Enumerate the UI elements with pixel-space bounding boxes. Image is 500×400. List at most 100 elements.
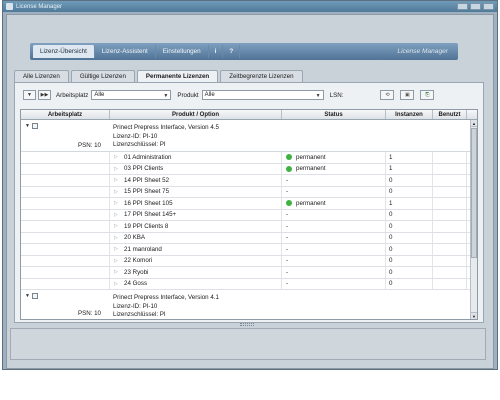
main-nav: Lizenz-Übersicht Lizenz-Assistent Einste… [30, 43, 458, 60]
chevron-right-icon[interactable]: ▷ [112, 200, 124, 206]
scroll-up-icon[interactable]: ▲ [471, 120, 477, 127]
option-name: 20 KBA [124, 234, 145, 242]
instances-value: 0 [389, 257, 393, 265]
psn-label: PSN: 10 [77, 310, 101, 317]
chevron-right-icon[interactable]: ▷ [112, 154, 124, 160]
status-cell: - [282, 209, 386, 220]
workplace-cell [21, 221, 110, 232]
collapse-all-button[interactable]: ▼ [23, 90, 36, 100]
chevron-right-icon[interactable]: ▷ [112, 177, 124, 183]
license-panel: ▼ ▶▶ Arbeitsplatz Alle ▼ Produkt Alle ▼ … [14, 82, 484, 323]
used-cell [433, 198, 467, 209]
license-table: Arbeitsplatz Produkt / Option Status Ins… [20, 109, 478, 320]
instances-cell: 0 [386, 278, 433, 289]
tab-permanent-licenses[interactable]: Permanente Lizenzen [136, 70, 219, 82]
refresh-icon[interactable]: ⟲ [380, 90, 395, 100]
instances-cell: 0 [386, 209, 433, 220]
maximize-button[interactable] [470, 3, 481, 10]
expand-all-button[interactable]: ▶▶ [38, 90, 51, 100]
status-text: permanent [296, 153, 326, 161]
column-header-instances[interactable]: Instanzen [386, 110, 433, 119]
status-cell: - [282, 175, 386, 186]
column-header-status[interactable]: Status [282, 110, 386, 119]
tab-license-wizard[interactable]: Lizenz-Assistent [95, 45, 156, 58]
table-row[interactable]: ▷ 24 Goss -0 [21, 278, 471, 290]
table-row[interactable]: ▷ 17 PPI Sheet 145+ -0 [21, 209, 471, 221]
status-text: - [286, 176, 289, 184]
used-cell [433, 267, 467, 278]
chevron-right-icon[interactable]: ▷ [112, 212, 124, 218]
workplace-select-value: Alle [94, 92, 105, 98]
instances-cell: 0 [386, 244, 433, 255]
column-header-workplace[interactable]: Arbeitsplatz [21, 110, 110, 119]
chevron-right-icon[interactable]: ▷ [112, 258, 124, 264]
workplace-select[interactable]: Alle ▼ [91, 90, 172, 100]
status-cell: - [282, 255, 386, 266]
group-license-key: Lizenzschlüssel: PI [113, 311, 166, 318]
instances-value: 0 [389, 245, 393, 253]
table-body: ▼ PSN: 10 Prinect Prepress Interface, Ve… [21, 120, 471, 319]
instances-cell: 1 [386, 198, 433, 209]
used-cell [433, 244, 467, 255]
used-cell [433, 163, 467, 174]
license-group[interactable]: ▼ PSN: 10 Prinect Prepress Interface, Ve… [21, 120, 471, 152]
column-header-used[interactable]: Benutzt [433, 110, 467, 119]
help-icon[interactable]: ? [223, 45, 241, 58]
chevron-right-icon[interactable]: ▷ [112, 166, 124, 172]
expanded-triangle-icon[interactable]: ▼ [25, 293, 30, 299]
vertical-scrollbar[interactable]: ▲ ▼ [470, 120, 477, 319]
table-row[interactable]: ▷ 20 KBA -0 [21, 232, 471, 244]
table-row[interactable]: ▷ 23 Ryobi -0 [21, 267, 471, 279]
option-name: 21 manroland [124, 245, 162, 253]
window-title: License Manager [16, 3, 63, 10]
tab-all-licenses[interactable]: Alle Lizenzen [14, 70, 69, 82]
chevron-right-icon[interactable]: ▷ [112, 269, 124, 275]
option-cell: ▷ 17 PPI Sheet 145+ [110, 209, 282, 220]
expanded-triangle-icon[interactable]: ▼ [25, 123, 30, 129]
close-button[interactable] [483, 3, 494, 10]
column-header-product[interactable]: Produkt / Option [110, 110, 282, 119]
filter-bar: ▼ ▶▶ Arbeitsplatz Alle ▼ Produkt Alle ▼ … [23, 89, 475, 101]
table-row[interactable]: ▷ 19 PPI Clients 8-0 [21, 221, 471, 233]
table-row[interactable]: ▷ 21 manroland -0 [21, 244, 471, 256]
tab-settings[interactable]: Einstellungen [156, 45, 209, 58]
tab-license-overview[interactable]: Lizenz-Übersicht [33, 45, 95, 58]
lsn-label: LSN: [329, 91, 344, 99]
chevron-right-icon[interactable]: ▷ [112, 281, 124, 287]
instances-cell: 0 [386, 255, 433, 266]
product-select-value: Alle [204, 92, 215, 98]
table-row[interactable]: ▷ 16 PPI Sheet 105 permanent 1 [21, 198, 471, 210]
scroll-down-icon[interactable]: ▼ [471, 312, 477, 319]
instances-cell: 1 [386, 163, 433, 174]
workplace-cell [21, 186, 110, 197]
option-cell: ▷ 20 KBA [110, 232, 282, 243]
tab-valid-licenses[interactable]: Gültige Lizenzen [70, 70, 135, 82]
export-icon[interactable]: ⎘ [420, 90, 435, 100]
instances-value: 0 [389, 234, 393, 242]
chevron-right-icon[interactable]: ▷ [112, 246, 124, 252]
chevron-right-icon[interactable]: ▷ [112, 223, 124, 229]
status-cell: - [282, 221, 386, 232]
info-icon[interactable]: i [209, 45, 224, 58]
lock-icon[interactable]: ▣ [400, 90, 415, 100]
instances-value: 1 [389, 199, 393, 207]
splitter-handle[interactable] [240, 323, 254, 326]
license-group[interactable]: ▼ PSN: 10 Prinect Prepress Interface, Ve… [21, 290, 471, 319]
scroll-thumb[interactable] [471, 128, 477, 258]
workplace-icon [31, 123, 38, 129]
chevron-down-icon: ▼ [315, 92, 321, 99]
table-row[interactable]: ▷ 03 PPI Clients permanent 1 [21, 163, 471, 175]
tab-time-limited-licenses[interactable]: Zeitbegrenzte Lizenzen [220, 70, 303, 82]
chevron-right-icon[interactable]: ▷ [112, 189, 124, 195]
table-row[interactable]: ▷ 01 Administration permanent 1 [21, 152, 471, 164]
table-row[interactable]: ▷ 22 Komori -0 [21, 255, 471, 267]
table-row[interactable]: ▷ 14 PPI Sheet 52-0 [21, 175, 471, 187]
chevron-right-icon[interactable]: ▷ [112, 235, 124, 241]
instances-value: 0 [389, 211, 393, 219]
product-select[interactable]: Alle ▼ [201, 90, 324, 100]
instances-value: 1 [389, 153, 393, 161]
option-name: 17 PPI Sheet 145+ [124, 211, 177, 219]
table-row[interactable]: ▷ 15 PPI Sheet 75-0 [21, 186, 471, 198]
option-cell: ▷ 03 PPI Clients [110, 163, 282, 174]
minimize-button[interactable] [457, 3, 468, 10]
